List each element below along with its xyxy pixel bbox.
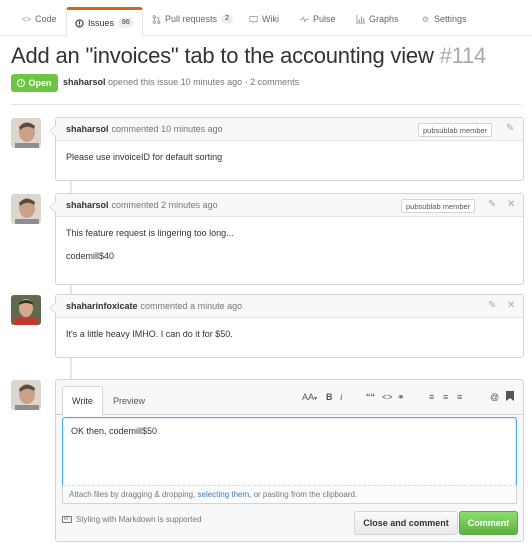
- issues-count-badge: 86: [118, 18, 134, 28]
- pulse-icon: [300, 15, 309, 24]
- attach-suffix: , or pasting from the clipboard.: [249, 490, 358, 499]
- tab-pull-requests[interactable]: Pull requests 2: [152, 9, 233, 29]
- pull-request-icon: [152, 14, 161, 24]
- graph-icon: [356, 14, 365, 24]
- timeline-line: [70, 358, 72, 379]
- new-comment-form: Write Preview AA▾ B i ““ <> ⚭ ≡ ≡ ≡ @ OK…: [55, 379, 524, 542]
- pencil-icon[interactable]: ✎: [506, 124, 514, 134]
- comment-action: commented: [111, 124, 159, 134]
- issue-title: Add an "invoices" tab to the accounting …: [11, 43, 486, 69]
- comment-time[interactable]: 2 minutes ago: [161, 200, 218, 210]
- issue-meta-text: opened this issue 10 minutes ago · 2 com…: [108, 77, 300, 87]
- comment-pointer: [49, 302, 56, 314]
- markdown-icon: M↓: [62, 516, 72, 523]
- tab-graphs-label: Graphs: [369, 14, 399, 24]
- tab-pull-requests-label: Pull requests: [165, 14, 218, 24]
- comment-header: shaharinfoxicate commented a minute ago …: [56, 295, 523, 318]
- italic-button[interactable]: i: [340, 391, 343, 403]
- attach-prefix: Attach files by dragging & dropping,: [69, 490, 196, 499]
- bold-button[interactable]: B: [326, 391, 333, 403]
- mention-button[interactable]: @: [490, 391, 499, 403]
- comment-header: shaharsol commented 10 minutes ago pubsu…: [56, 118, 523, 141]
- comment-text: It's a little heavy IMHO. I can do it fo…: [66, 329, 233, 339]
- tab-issues[interactable]: Issues 86: [66, 7, 143, 37]
- attach-files-bar[interactable]: Attach files by dragging & dropping, sel…: [62, 485, 517, 504]
- timeline-line: [70, 181, 72, 193]
- pencil-icon[interactable]: ✎: [488, 200, 496, 210]
- comment-text: codemill$40: [66, 251, 115, 261]
- comment-time[interactable]: a minute ago: [190, 301, 242, 311]
- comment-card: shaharsol commented 2 minutes ago pubsub…: [49, 193, 524, 285]
- member-badge: pubsublab member: [418, 123, 493, 137]
- ordered-list-button[interactable]: ≡: [443, 391, 448, 403]
- close-and-comment-button[interactable]: Close and comment: [354, 511, 458, 535]
- avatar[interactable]: [11, 295, 41, 325]
- link-button[interactable]: ⚭: [397, 391, 405, 403]
- comment-body: It's a little heavy IMHO. I can do it fo…: [56, 318, 523, 350]
- tab-pulse[interactable]: Pulse: [300, 9, 336, 29]
- markdown-note-text: Styling with Markdown is supported: [76, 515, 202, 524]
- pencil-icon[interactable]: ✎: [488, 301, 496, 311]
- tab-settings-label: Settings: [434, 14, 467, 24]
- tab-code[interactable]: <> Code: [22, 9, 57, 29]
- issue-state-label: Open: [28, 78, 52, 88]
- comment-time[interactable]: 10 minutes ago: [161, 124, 223, 134]
- comment-text: This feature request is lingering too lo…: [66, 228, 234, 238]
- issue-title-text: Add an "invoices" tab to the accounting …: [11, 43, 434, 68]
- tab-settings[interactable]: ⚙ Settings: [421, 9, 467, 29]
- tab-code-label: Code: [35, 14, 57, 24]
- comment-pointer: [49, 201, 56, 213]
- comment-author[interactable]: shaharinfoxicate: [66, 301, 138, 311]
- header-icon: AA: [302, 392, 315, 402]
- member-badge: pubsublab member: [401, 199, 476, 213]
- issue-meta: shaharsol opened this issue 10 minutes a…: [63, 77, 299, 87]
- avatar[interactable]: [11, 380, 41, 410]
- editor-tabs: Write Preview AA▾ B i ““ <> ⚭ ≡ ≡ ≡ @: [56, 380, 523, 416]
- code-button[interactable]: <>: [382, 391, 393, 403]
- avatar[interactable]: [11, 118, 41, 148]
- quote-button[interactable]: ““: [366, 391, 375, 403]
- code-icon: <>: [21, 14, 32, 24]
- comment-card: shaharinfoxicate commented a minute ago …: [49, 294, 524, 358]
- tab-write[interactable]: Write: [62, 386, 103, 416]
- comment-card: shaharsol commented 10 minutes ago pubsu…: [49, 117, 524, 181]
- markdown-note[interactable]: M↓ Styling with Markdown is supported: [62, 515, 201, 524]
- issue-opened-icon: !: [17, 79, 26, 87]
- close-icon[interactable]: ✕: [507, 301, 515, 311]
- header-divider: [11, 104, 521, 105]
- book-icon: [249, 15, 258, 24]
- issue-author-link[interactable]: shaharsol: [63, 77, 106, 87]
- header-text-button[interactable]: AA▾: [302, 391, 317, 405]
- tab-wiki[interactable]: Wiki: [249, 9, 279, 29]
- comment-button[interactable]: Comment: [459, 511, 518, 535]
- issue-state-badge: ! Open: [11, 74, 58, 92]
- tab-wiki-label: Wiki: [262, 14, 279, 24]
- gear-icon: ⚙: [421, 14, 430, 24]
- comment-author[interactable]: shaharsol: [66, 124, 109, 134]
- repo-nav: <> Code Issues 86 Pull requests 2 Wiki P…: [0, 0, 532, 37]
- tab-issues-label: Issues: [88, 18, 115, 28]
- comment-action: commented: [140, 301, 188, 311]
- unordered-list-button[interactable]: ≡: [429, 391, 434, 403]
- close-icon[interactable]: ✕: [507, 200, 515, 210]
- comment-action: commented: [111, 200, 159, 210]
- comment-text: Please use invoiceID for default sorting: [66, 152, 223, 162]
- issue-opened-icon: [75, 18, 84, 28]
- bookmark-icon: [506, 391, 514, 401]
- tab-preview[interactable]: Preview: [104, 386, 154, 416]
- pull-requests-count-badge: 2: [221, 14, 233, 24]
- comment-header: shaharsol commented 2 minutes ago pubsub…: [56, 194, 523, 217]
- tab-graphs[interactable]: Graphs: [356, 9, 399, 29]
- comment-author[interactable]: shaharsol: [66, 200, 109, 210]
- saved-reply-button[interactable]: [506, 391, 514, 404]
- comment-body: This feature request is lingering too lo…: [56, 217, 523, 272]
- comment-pointer: [49, 125, 56, 137]
- select-files-link[interactable]: selecting them: [198, 490, 250, 499]
- avatar[interactable]: [11, 194, 41, 224]
- task-list-button[interactable]: ≡: [457, 391, 462, 403]
- tab-pulse-label: Pulse: [313, 14, 336, 24]
- comment-textarea[interactable]: OK then, codemill$50: [62, 417, 517, 486]
- comment-body: Please use invoiceID for default sorting: [56, 141, 523, 173]
- issue-number: #114: [439, 43, 487, 68]
